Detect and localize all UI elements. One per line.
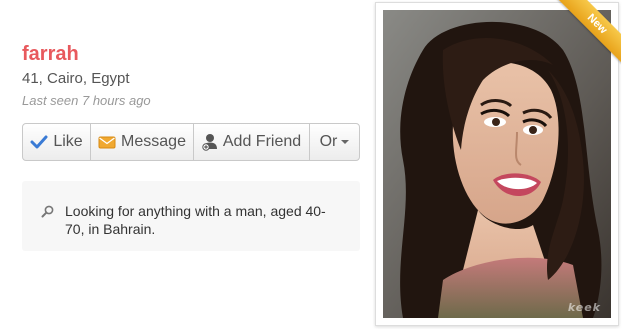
add-friend-button[interactable]: Add Friend: [194, 124, 310, 160]
search-icon: [41, 205, 54, 223]
profile-name[interactable]: farrah: [22, 43, 79, 66]
message-button-label: Message: [121, 133, 186, 150]
action-button-group: Like Message Add Friend Or: [22, 123, 360, 161]
new-badge-label: New: [557, 0, 621, 64]
like-button-label: Like: [53, 133, 83, 150]
last-seen-text: Last seen 7 hours ago: [22, 93, 151, 108]
like-button[interactable]: Like: [23, 124, 91, 160]
photo-watermark: keek: [567, 301, 601, 314]
add-friend-button-label: Add Friend: [222, 133, 302, 150]
envelope-icon: [98, 136, 116, 149]
profile-details: 41, Cairo, Egypt: [22, 70, 130, 87]
message-button[interactable]: Message: [91, 124, 194, 160]
new-badge: New: [555, 0, 621, 66]
about-text: Looking for anything with a man, aged 40…: [65, 203, 326, 237]
checkmark-icon: [30, 135, 48, 149]
add-person-icon: [202, 133, 218, 151]
more-options-dropdown[interactable]: Or: [310, 124, 359, 160]
profile-photo-frame[interactable]: keek New: [375, 0, 621, 326]
more-options-label: Or: [319, 133, 338, 150]
about-box: Looking for anything with a man, aged 40…: [22, 181, 360, 251]
profile-page: farrah 41, Cairo, Egypt Last seen 7 hour…: [0, 0, 622, 329]
caret-down-icon: [341, 140, 350, 144]
